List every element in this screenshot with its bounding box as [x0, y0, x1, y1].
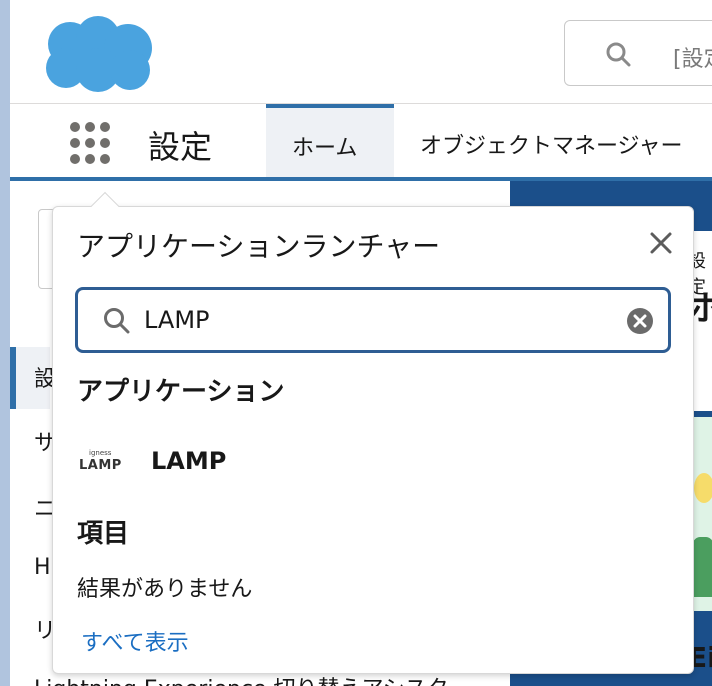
salesforce-cloud-logo[interactable] [40, 14, 158, 94]
launcher-search-input[interactable]: LAMP [75, 287, 671, 353]
apps-section-heading: アプリケーション [77, 377, 285, 407]
navigation-bar: 設定 ホーム オブジェクトマネージャー [10, 104, 712, 181]
clear-icon[interactable] [626, 307, 654, 335]
view-all-link[interactable]: すべて表示 [81, 625, 189, 657]
global-search-input[interactable]: [設定 [564, 20, 712, 86]
global-search-placeholder: [設定 [673, 47, 712, 72]
items-section-heading: 項目 [77, 519, 130, 549]
no-results-text: 結果がありません [77, 577, 253, 602]
search-icon [104, 308, 130, 334]
app-launcher-popover: アプリケーションランチャー LAMP アプリケーション igness LAMP … [52, 191, 694, 674]
popover-title: アプリケーションランチャー [77, 230, 441, 263]
lamp-logo-small: igness [89, 449, 112, 457]
global-header: [設定 [10, 0, 712, 104]
lamp-logo: igness LAMP [79, 449, 125, 477]
app-item-label: LAMP [151, 447, 227, 475]
close-icon[interactable] [647, 229, 675, 257]
tab-home[interactable]: ホーム [266, 104, 394, 177]
app-launcher-grid-icon[interactable] [66, 120, 114, 168]
app-name: 設定 [148, 128, 213, 166]
sidebar-item[interactable]: H [34, 555, 51, 580]
tab-home-label: ホーム [292, 136, 358, 161]
lamp-logo-big: LAMP [79, 458, 122, 473]
app-item-lamp[interactable]: igness LAMP LAMP [71, 435, 371, 491]
launcher-search-value: LAMP [144, 306, 210, 334]
search-icon [606, 42, 631, 67]
tab-object-manager[interactable]: オブジェクトマネージャー [420, 128, 682, 160]
